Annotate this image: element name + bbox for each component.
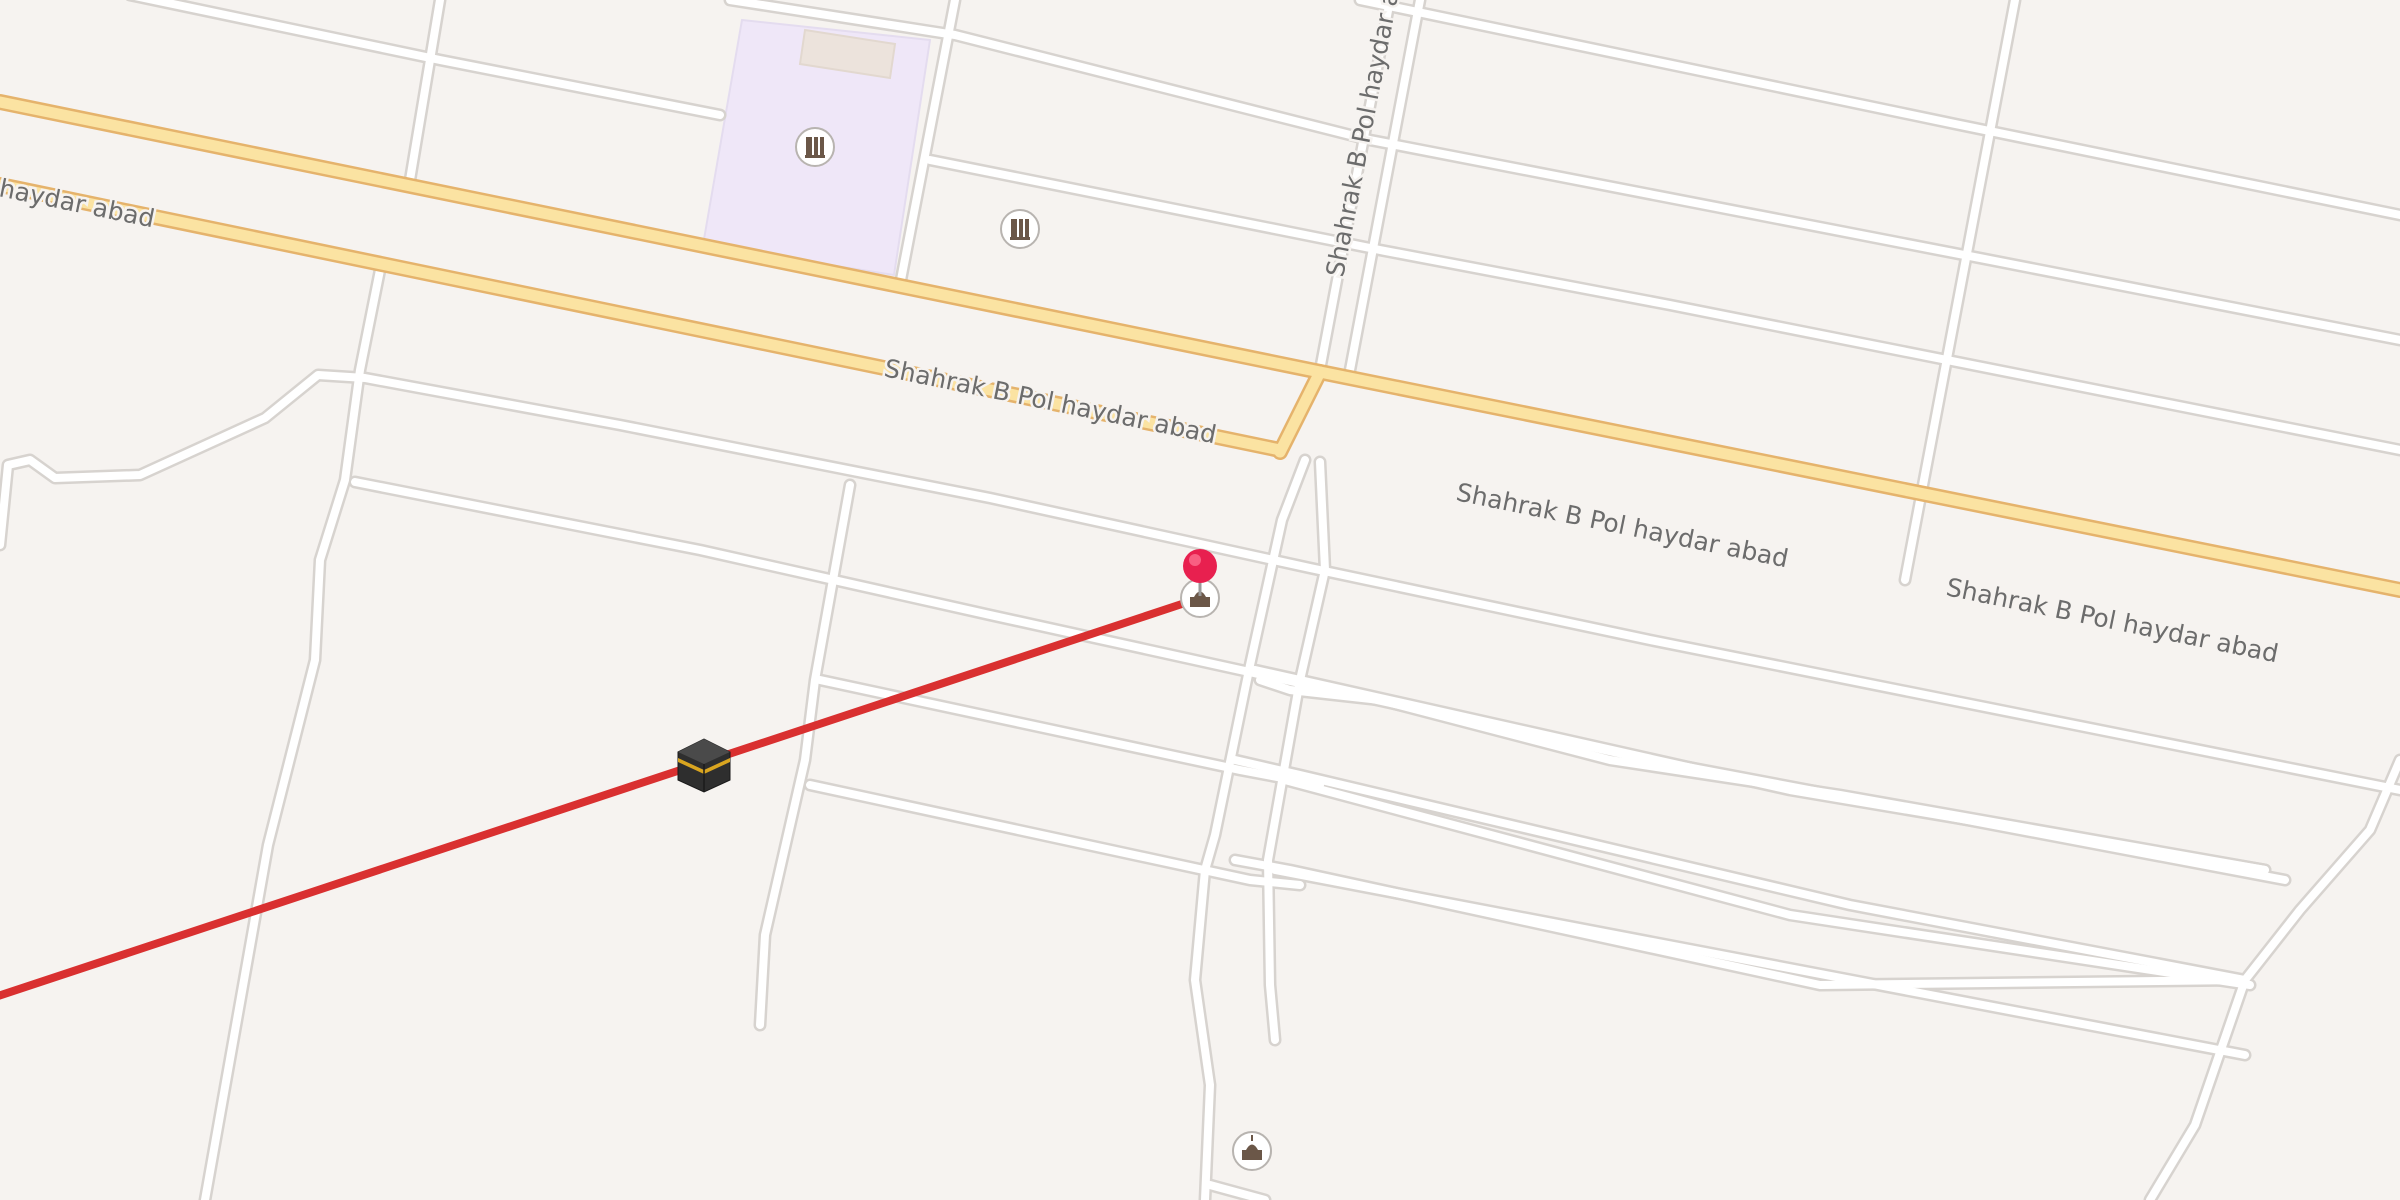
- map-canvas[interactable]: haydar abad Shahrak B Pol haydar abad Sh…: [0, 0, 2400, 1200]
- school-icon[interactable]: [795, 127, 835, 167]
- mosque-icon[interactable]: [1232, 1131, 1272, 1171]
- school-icon[interactable]: [1000, 209, 1040, 249]
